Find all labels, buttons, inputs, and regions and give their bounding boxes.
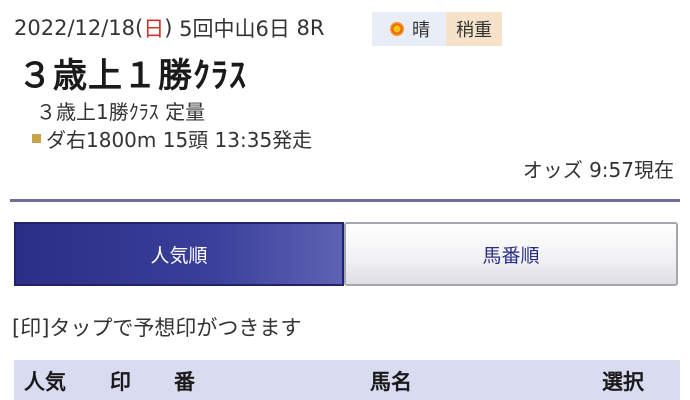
tab-horse-number-label: 馬番順 — [482, 244, 540, 267]
odds-timestamp: オッズ 9:57現在 — [522, 158, 674, 182]
column-header-number: 番 — [174, 370, 195, 394]
race-date-line: 2022/12/18(日) 5回中山6日 8R — [14, 12, 325, 44]
track-condition-badge: 稍重 — [446, 12, 502, 46]
weather-label: 晴 — [412, 20, 430, 41]
column-header-select: 選択 — [602, 370, 644, 394]
column-header-horse-name: 馬名 — [370, 370, 412, 394]
race-title: ３歳上１勝ｸﾗｽ — [18, 56, 247, 96]
weather-badge: 晴 — [372, 12, 446, 46]
entries-table-header: 人気 印 番 馬名 選択 — [14, 360, 680, 400]
sort-tabs: 人気順 馬番順 — [14, 222, 678, 286]
header-divider — [10, 199, 680, 202]
race-date-close: ) — [164, 16, 173, 40]
track-condition-label: 稍重 — [456, 20, 492, 41]
tab-popularity-order[interactable]: 人気順 — [14, 222, 344, 286]
race-meeting: 5回中山6日 — [179, 17, 290, 41]
race-course-text: ダ右1800m 15頭 13:35発走 — [46, 128, 313, 152]
race-day-of-week: 日 — [143, 17, 165, 41]
race-course-info: ダ右1800m 15頭 13:35発走 — [32, 124, 312, 153]
race-header: 2022/12/18(日) 5回中山6日 8R 晴 稍重 ３歳上１勝ｸﾗｽ ３歳… — [0, 0, 690, 200]
race-conditions: ３歳上1勝ｸﾗｽ 定量 — [36, 100, 206, 124]
column-header-rank: 人気 — [24, 370, 66, 394]
tab-popularity-label: 人気順 — [150, 244, 208, 267]
race-date: 2022/12/18( — [14, 16, 144, 40]
race-number: 8R — [296, 16, 325, 40]
tab-horse-number-order[interactable]: 馬番順 — [344, 222, 678, 286]
square-icon — [32, 134, 41, 143]
sun-icon — [388, 20, 406, 38]
column-header-mark: 印 — [110, 370, 131, 394]
prediction-mark-hint: [印]タップで予想印がつきます — [12, 316, 302, 340]
